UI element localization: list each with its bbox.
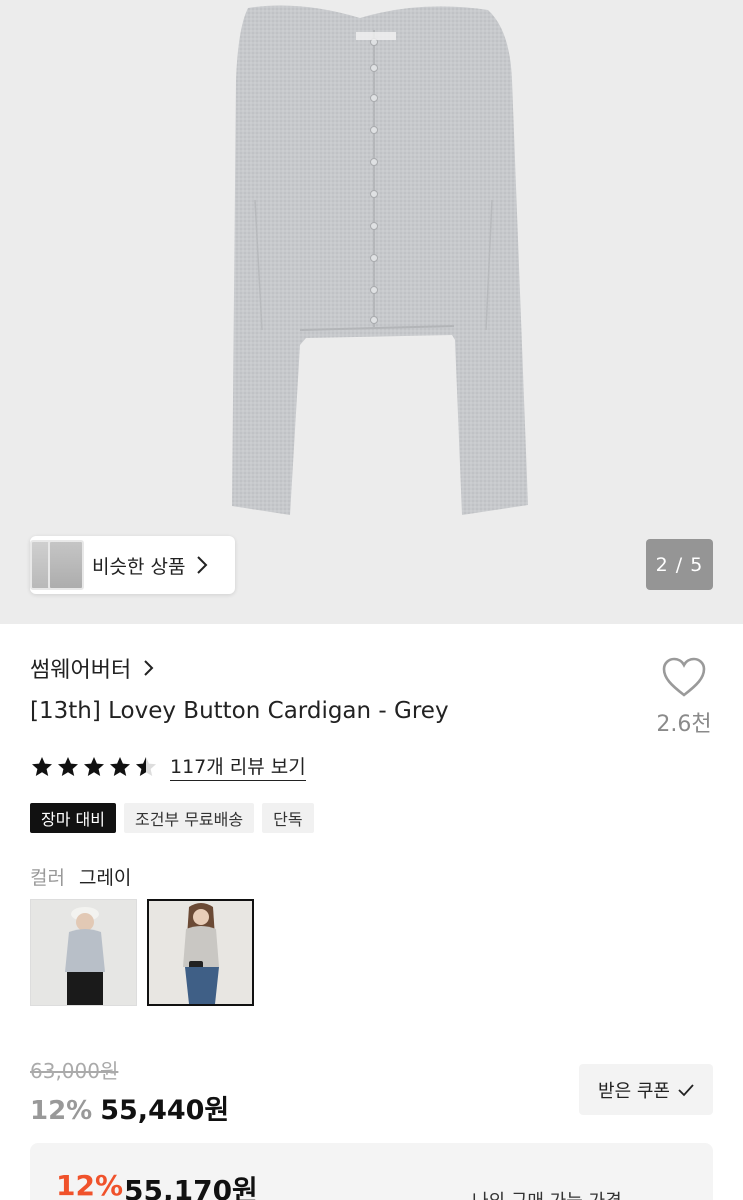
chevron-right-icon bbox=[197, 556, 208, 574]
color-value: 그레이 bbox=[78, 867, 132, 889]
rating-row: 117개 리뷰 보기 bbox=[30, 752, 306, 781]
model-photo bbox=[31, 900, 136, 1005]
color-label: 컬러 bbox=[30, 867, 65, 889]
color-swatch-option-selected[interactable] bbox=[147, 899, 254, 1006]
received-coupon-button[interactable]: 받은 쿠폰 bbox=[579, 1064, 713, 1115]
color-swatches bbox=[30, 899, 264, 1006]
star-icon bbox=[58, 756, 78, 776]
sale-price-row: 12% 55,440원 bbox=[30, 1088, 229, 1127]
check-icon bbox=[678, 1083, 694, 1096]
heart-icon bbox=[662, 657, 706, 697]
best-price-amount: 55,170원 bbox=[124, 1174, 258, 1200]
rating-stars bbox=[30, 755, 160, 779]
tag-badge: 장마 대비 bbox=[30, 803, 116, 833]
chevron-right-icon bbox=[144, 660, 154, 676]
like-button[interactable]: 2.6천 bbox=[648, 656, 720, 738]
similar-products-button[interactable]: 비슷한 상품 bbox=[30, 536, 236, 594]
coupon-button-label: 받은 쿠폰 bbox=[598, 1080, 670, 1102]
star-icon bbox=[84, 756, 104, 776]
star-icon bbox=[32, 756, 52, 776]
tag-badge: 단독 bbox=[262, 803, 314, 833]
best-price-label: 나의 구매 가능 가격 bbox=[472, 1187, 622, 1200]
similar-products-label: 비슷한 상품 bbox=[92, 555, 186, 578]
product-title: [13th] Lovey Button Cardigan - Grey bbox=[30, 698, 449, 724]
product-tags: 장마 대비 조건부 무료배송 단독 bbox=[30, 803, 322, 833]
brand-name: 썸웨어버터 bbox=[30, 658, 132, 683]
star-half-icon bbox=[136, 756, 156, 776]
best-price-label-text: 나의 구매 가능 가격 bbox=[472, 1187, 622, 1200]
model-photo bbox=[149, 901, 252, 1004]
brand-link[interactable]: 썸웨어버터 bbox=[30, 652, 155, 684]
tag-badge: 조건부 무료배송 bbox=[123, 803, 255, 833]
color-selector-label: 컬러 그레이 bbox=[30, 863, 131, 890]
image-pager: 2 / 5 bbox=[646, 539, 713, 590]
discount-percent: 12% bbox=[30, 1096, 93, 1126]
color-swatch-option[interactable] bbox=[30, 899, 137, 1006]
original-price: 63,000원 bbox=[30, 1059, 119, 1083]
similar-products-thumbnails bbox=[30, 536, 102, 594]
product-image-gallery[interactable]: 비슷한 상품 2 / 5 bbox=[0, 0, 743, 624]
sale-price: 55,440원 bbox=[100, 1095, 230, 1126]
review-link[interactable]: 117개 리뷰 보기 bbox=[170, 752, 306, 781]
like-count: 2.6천 bbox=[656, 712, 712, 737]
best-discount-percent: 12% bbox=[56, 1169, 124, 1200]
best-price-box[interactable]: 12% 55,170원 나의 구매 가능 가격 bbox=[30, 1143, 713, 1200]
star-icon bbox=[110, 756, 130, 776]
product-image-cardigan bbox=[232, 5, 528, 516]
